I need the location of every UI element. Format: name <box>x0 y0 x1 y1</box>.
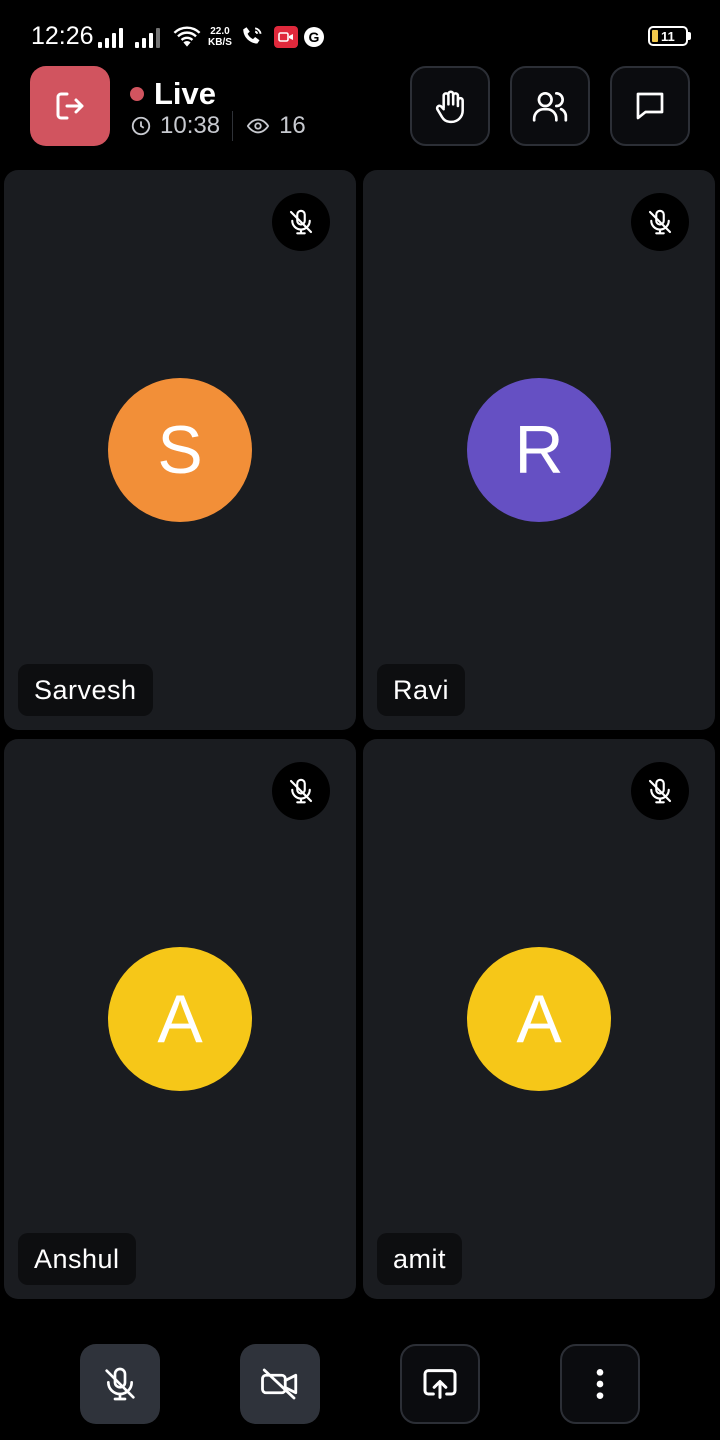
participant-tile[interactable]: R Ravi <box>363 170 715 730</box>
avatar: A <box>467 947 611 1091</box>
avatar: R <box>467 378 611 522</box>
meeting-meta: 10:38 16 <box>130 110 306 142</box>
exit-icon <box>56 92 84 120</box>
wifi-icon <box>173 26 201 47</box>
toggle-mic-button[interactable] <box>80 1344 160 1424</box>
mic-off-icon <box>648 778 672 804</box>
participant-tile[interactable]: A Anshul <box>4 739 356 1299</box>
viewer-count: 16 <box>279 112 306 139</box>
raise-hand-button[interactable] <box>410 66 490 146</box>
signal-icon <box>135 26 160 48</box>
leave-meeting-button[interactable] <box>30 66 110 146</box>
toggle-camera-button[interactable] <box>240 1344 320 1424</box>
status-icons: 22.0 KB/S G <box>98 22 324 52</box>
participant-tile[interactable]: A amit <box>363 739 715 1299</box>
more-options-icon <box>596 1369 604 1399</box>
chat-button[interactable] <box>610 66 690 146</box>
camera-off-icon <box>261 1368 298 1400</box>
avatar: S <box>108 378 252 522</box>
mic-off-icon <box>648 209 672 235</box>
clock-icon <box>131 116 151 136</box>
participant-name: Anshul <box>18 1233 136 1285</box>
participants-button[interactable] <box>510 66 590 146</box>
raise-hand-icon <box>435 90 464 124</box>
avatar: A <box>108 947 252 1091</box>
muted-indicator <box>631 193 689 251</box>
participant-tile[interactable]: S Sarvesh <box>4 170 356 730</box>
mic-off-icon <box>105 1367 135 1401</box>
chat-icon <box>636 92 664 120</box>
muted-indicator <box>631 762 689 820</box>
muted-indicator <box>272 762 330 820</box>
more-options-button[interactable] <box>560 1344 640 1424</box>
participants-icon <box>532 91 568 122</box>
muted-indicator <box>272 193 330 251</box>
signal-icon <box>98 26 123 48</box>
network-speed: 22.0 KB/S <box>208 26 232 48</box>
screen-record-icon <box>273 26 298 48</box>
wifi-calling-icon <box>243 27 262 44</box>
live-status: Live <box>130 76 216 112</box>
participant-name: amit <box>377 1233 463 1285</box>
mic-off-icon <box>289 778 313 804</box>
status-bar: 12:26 22.0 KB/S G 11 <box>0 0 720 72</box>
google-icon: G <box>303 27 324 47</box>
participant-name: Sarvesh <box>18 664 153 716</box>
live-dot <box>130 87 144 101</box>
meeting-duration: 10:38 <box>160 112 221 139</box>
status-time: 12:26 <box>31 22 94 50</box>
eye-icon <box>246 118 270 134</box>
live-label: Live <box>154 76 217 111</box>
mic-off-icon <box>289 209 313 235</box>
screen-share-icon <box>423 1369 457 1399</box>
battery-indicator: 11 <box>648 26 691 46</box>
screen-share-button[interactable] <box>400 1344 480 1424</box>
participant-name: Ravi <box>377 664 466 716</box>
